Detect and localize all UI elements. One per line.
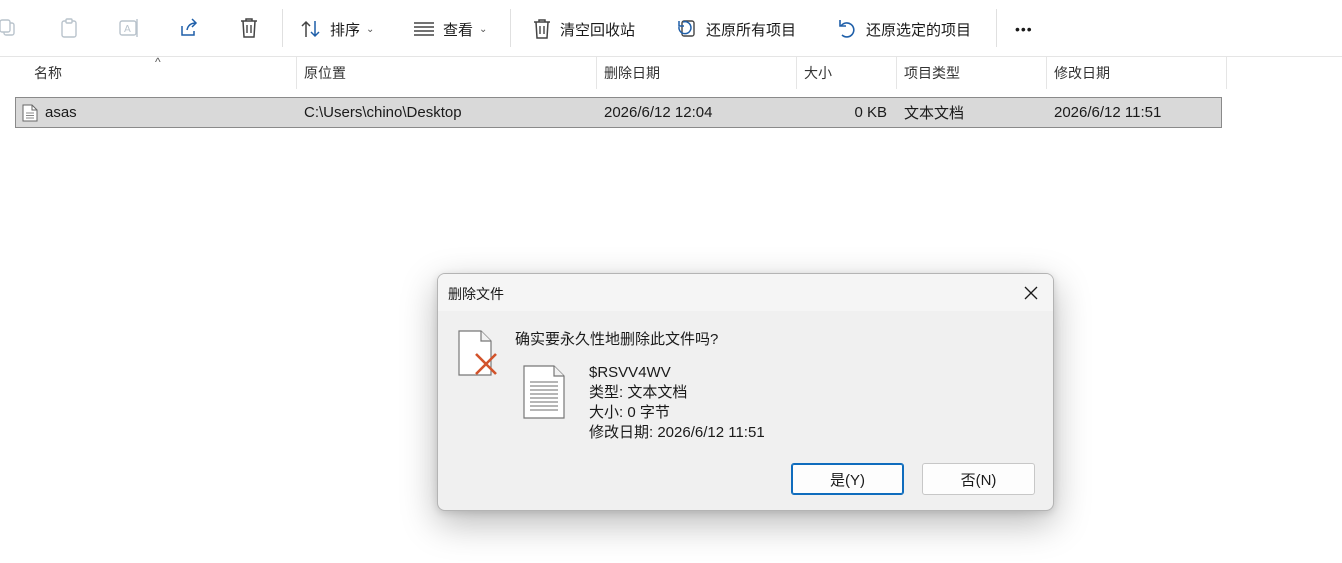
file-date-modified: 2026/6/12 11:51 xyxy=(1054,104,1162,121)
undo-icon xyxy=(839,20,855,38)
column-header-date-modified[interactable]: 修改日期 xyxy=(1047,57,1225,89)
view-list-icon xyxy=(414,22,434,36)
file-icon xyxy=(22,98,38,127)
sort-icon xyxy=(301,20,320,38)
paste-icon[interactable] xyxy=(55,14,83,42)
dialog-file-name: $RSVV4WV xyxy=(589,364,671,381)
dialog-title: 删除文件 xyxy=(448,286,504,302)
column-header-row: 名称 原位置 删除日期 大小 项目类型 修改日期 xyxy=(0,57,1342,89)
trash-icon xyxy=(534,19,550,39)
close-icon[interactable] xyxy=(1017,279,1045,307)
svg-text:A: A xyxy=(124,24,131,35)
no-button[interactable]: 否(N) xyxy=(922,463,1035,495)
trash-icon[interactable] xyxy=(235,14,263,42)
file-name: asas xyxy=(45,104,77,121)
column-header-item-type[interactable]: 项目类型 xyxy=(897,57,1045,89)
column-header-size[interactable]: 大小 xyxy=(797,57,895,89)
column-header-date-deleted[interactable]: 删除日期 xyxy=(597,57,795,89)
rename-icon[interactable]: A xyxy=(115,14,143,42)
view-button[interactable]: 查看 ⌄ xyxy=(413,14,487,44)
text-document-icon xyxy=(522,364,566,425)
dialog-titlebar[interactable]: 删除文件 xyxy=(438,274,1053,311)
view-label: 查看 xyxy=(443,21,474,39)
restore-selected-button[interactable]: 还原选定的项目 xyxy=(836,14,971,44)
file-item-type: 文本文档 xyxy=(904,105,965,122)
dialog-file-size: 大小: 0 字节 xyxy=(589,404,670,421)
dialog-file-modified: 修改日期: 2026/6/12 11:51 xyxy=(589,424,765,441)
more-options-button[interactable]: ••• xyxy=(1015,14,1033,44)
yes-button[interactable]: 是(Y) xyxy=(791,463,904,495)
sort-button[interactable]: 排序 ⌄ xyxy=(300,14,374,44)
column-header-name[interactable]: 名称 xyxy=(27,57,295,89)
chevron-down-icon: ⌄ xyxy=(479,23,488,35)
more-icon: ••• xyxy=(1015,21,1033,37)
file-date-deleted: 2026/6/12 12:04 xyxy=(604,104,713,121)
column-header-original-location[interactable]: 原位置 xyxy=(297,57,595,89)
restore-all-button[interactable]: 还原所有项目 xyxy=(676,14,796,44)
sort-label: 排序 xyxy=(330,21,361,39)
copy-icon[interactable] xyxy=(0,14,22,42)
toolbar-separator xyxy=(282,9,283,47)
chevron-down-icon: ⌄ xyxy=(366,23,375,35)
file-row[interactable]: asas C:\Users\chino\Desktop 2026/6/12 12… xyxy=(15,97,1222,128)
empty-recycle-bin-label: 清空回收站 xyxy=(560,21,636,39)
file-size: 0 KB xyxy=(854,104,887,121)
share-icon[interactable] xyxy=(175,14,203,42)
dialog-question: 确实要永久性地删除此文件吗? xyxy=(515,331,719,348)
empty-recycle-bin-button[interactable]: 清空回收站 xyxy=(532,14,635,44)
column-divider[interactable] xyxy=(1226,57,1227,89)
delete-file-dialog: 删除文件 确实要永久性地删除此文件吗? $RSVV4WV 类型: 文本文档 大小… xyxy=(437,273,1054,511)
restore-selected-label: 还原选定的项目 xyxy=(866,21,972,39)
command-bar: A 排序 ⌄ 查看 ⌄ 清空回收站 还原所有项目 还原选定的项目 ••• xyxy=(0,0,1342,57)
toolbar-separator xyxy=(510,9,511,47)
file-original-location: C:\Users\chino\Desktop xyxy=(304,104,462,121)
toolbar-separator xyxy=(996,9,997,47)
file-details: $RSVV4WV 类型: 文本文档 大小: 0 字节 修改日期: 2026/6/… xyxy=(589,363,765,443)
restore-all-label: 还原所有项目 xyxy=(706,21,797,39)
dialog-file-type: 类型: 文本文档 xyxy=(589,384,688,401)
restore-all-icon xyxy=(678,20,695,37)
delete-file-warning-icon xyxy=(456,329,500,382)
